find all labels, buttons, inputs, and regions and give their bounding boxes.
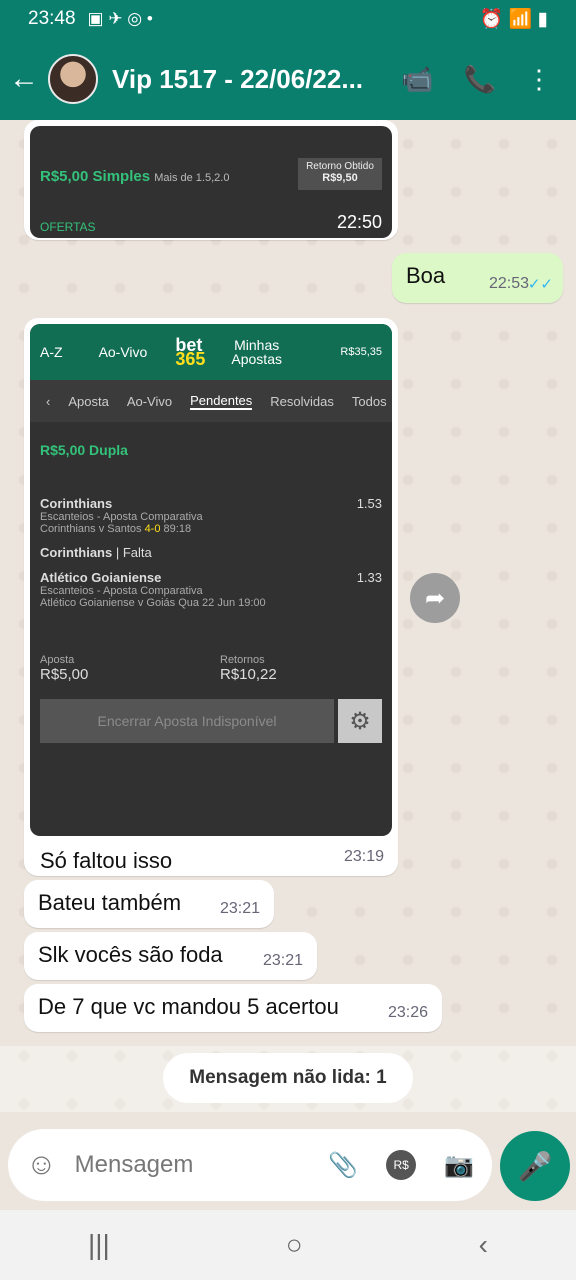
cashout-button: Encerrar Aposta Indisponível	[40, 699, 334, 743]
tab-todos: Todos	[351, 393, 387, 409]
return-value: R$9,50	[322, 172, 358, 184]
live-tab: Ao-Vivo	[98, 344, 148, 360]
leg1-market: Escanteios - Aposta Comparativa	[40, 511, 203, 523]
bet-label: R$5,00 Simples	[40, 168, 151, 185]
leg2-market: Escanteios - Aposta Comparativa	[40, 585, 203, 597]
chat-header: ← Vip 1517 - 22/06/22... 📹 📞 ⋮	[0, 38, 576, 120]
tab-resolvidas: Resolvidas	[270, 393, 334, 409]
logo-365: 365	[175, 349, 206, 369]
back-chevron-icon: ‹	[46, 393, 51, 409]
status-bar: 23:48 ▣ ✈ ◎ • ⏰ 📶 ▮	[0, 0, 576, 38]
message-text: De 7 que vc mandou 5 acertou	[38, 994, 339, 1019]
message-time: 23:21	[219, 900, 260, 917]
message-text: Boa	[406, 263, 446, 288]
message-text: Bateu também	[38, 890, 182, 915]
event-text: Falta	[122, 545, 152, 560]
leg2-date: Qua 22 Jun 19:00	[178, 597, 266, 609]
chat-area[interactable]: R$5,00 Simples Mais de 1.5,2.0 Retorno O…	[0, 120, 576, 1120]
bet365-topbar: A-Z Ao-Vivo bet 365 Minhas Apostas R$35,…	[30, 324, 392, 380]
event-team: Corinthians	[40, 545, 113, 560]
returns-value: R$10,22	[220, 666, 277, 683]
back-arrow-icon[interactable]: ←	[0, 62, 48, 96]
outgoing-message[interactable]: Boa 22:53 ✓✓	[392, 253, 563, 303]
balance: R$35,35	[340, 346, 382, 358]
unread-label: Mensagem não lida: 1	[163, 1053, 413, 1103]
image-message-bet365[interactable]: A-Z Ao-Vivo bet 365 Minhas Apostas R$35,…	[24, 318, 398, 876]
read-receipt-icon: ✓✓	[527, 276, 553, 293]
message-time: 22:53	[488, 275, 529, 292]
camera-icon[interactable]: 📷	[444, 1151, 474, 1180]
recent-apps-icon[interactable]: |||	[88, 1229, 110, 1261]
system-icons: ⏰ 📶 ▮	[479, 9, 548, 30]
bet-tabs: ‹ Aposta Ao-Vivo Pendentes Resolvidas To…	[30, 380, 392, 422]
video-call-icon[interactable]: 📹	[401, 64, 433, 95]
my-bets-label2: Apostas	[231, 351, 282, 367]
leg2-team: Atlético Goianiense	[40, 570, 162, 585]
leg1-team: Corinthians	[40, 496, 113, 511]
tab-ao-vivo: Ao-Vivo	[126, 393, 173, 409]
image-message-1[interactable]: R$5,00 Simples Mais de 1.5,2.0 Retorno O…	[24, 120, 398, 240]
caption-text: Só faltou isso	[40, 848, 173, 873]
tab-pendentes: Pendentes	[190, 392, 253, 410]
attach-icon[interactable]: 📎	[328, 1151, 358, 1180]
leg1-score: 4-0	[144, 523, 161, 535]
home-icon[interactable]: ○	[286, 1229, 303, 1261]
offers-label: OFERTAS	[40, 220, 96, 234]
back-icon[interactable]: ‹	[479, 1229, 488, 1261]
menu-az: A-Z	[40, 344, 63, 360]
message-time: 23:21	[262, 952, 303, 969]
android-nav-bar: ||| ○ ‹	[0, 1210, 576, 1280]
bet-detail: Mais de 1.5,2.0	[154, 172, 230, 184]
payment-icon[interactable]: R$	[386, 1150, 417, 1180]
message-time: 22:50	[336, 212, 382, 232]
chat-title[interactable]: Vip 1517 - 22/06/22...	[112, 64, 387, 95]
message-input[interactable]: Mensagem	[75, 1151, 329, 1179]
leg1-match: Corinthians v Santos	[40, 523, 142, 535]
bet-header: R$5,00 Dupla	[40, 442, 128, 458]
emoji-icon[interactable]: ☺	[26, 1148, 57, 1182]
message-text: Slk vocês são foda	[38, 942, 223, 967]
phone-icon[interactable]: 📞	[464, 64, 496, 95]
incoming-message[interactable]: Bateu também 23:21	[24, 880, 274, 928]
leg2-match: Atlético Goianiense v Goiás	[40, 597, 176, 609]
message-time: 23:26	[387, 1004, 428, 1021]
mic-button[interactable]: 🎤	[500, 1131, 570, 1201]
returns-label: Retornos	[220, 654, 265, 666]
incoming-message[interactable]: Slk vocês são foda 23:21	[24, 932, 317, 980]
clock: 23:48	[28, 8, 76, 29]
leg1-minute: 89:18	[163, 523, 192, 535]
return-label: Retorno Obtido	[306, 161, 374, 172]
tab-aposta: Aposta	[68, 393, 109, 409]
avatar[interactable]	[48, 54, 98, 104]
incoming-message[interactable]: De 7 que vc mandou 5 acertou 23:26	[24, 984, 442, 1032]
forward-icon[interactable]: ➦	[410, 573, 460, 623]
leg2-odd: 1.33	[356, 570, 382, 585]
status-icons: ▣ ✈ ◎ •	[87, 9, 153, 28]
stake-label: Aposta	[40, 654, 75, 666]
more-icon[interactable]: ⋮	[526, 64, 552, 95]
gear-icon: ⚙	[338, 699, 382, 743]
unread-banner: Mensagem não lida: 1	[0, 1046, 576, 1112]
message-time: 23:19	[343, 848, 384, 865]
message-input-bar[interactable]: ☺ Mensagem 📎 R$ 📷	[8, 1129, 492, 1201]
stake-value: R$5,00	[40, 666, 89, 683]
leg1-odd: 1.53	[356, 496, 382, 511]
